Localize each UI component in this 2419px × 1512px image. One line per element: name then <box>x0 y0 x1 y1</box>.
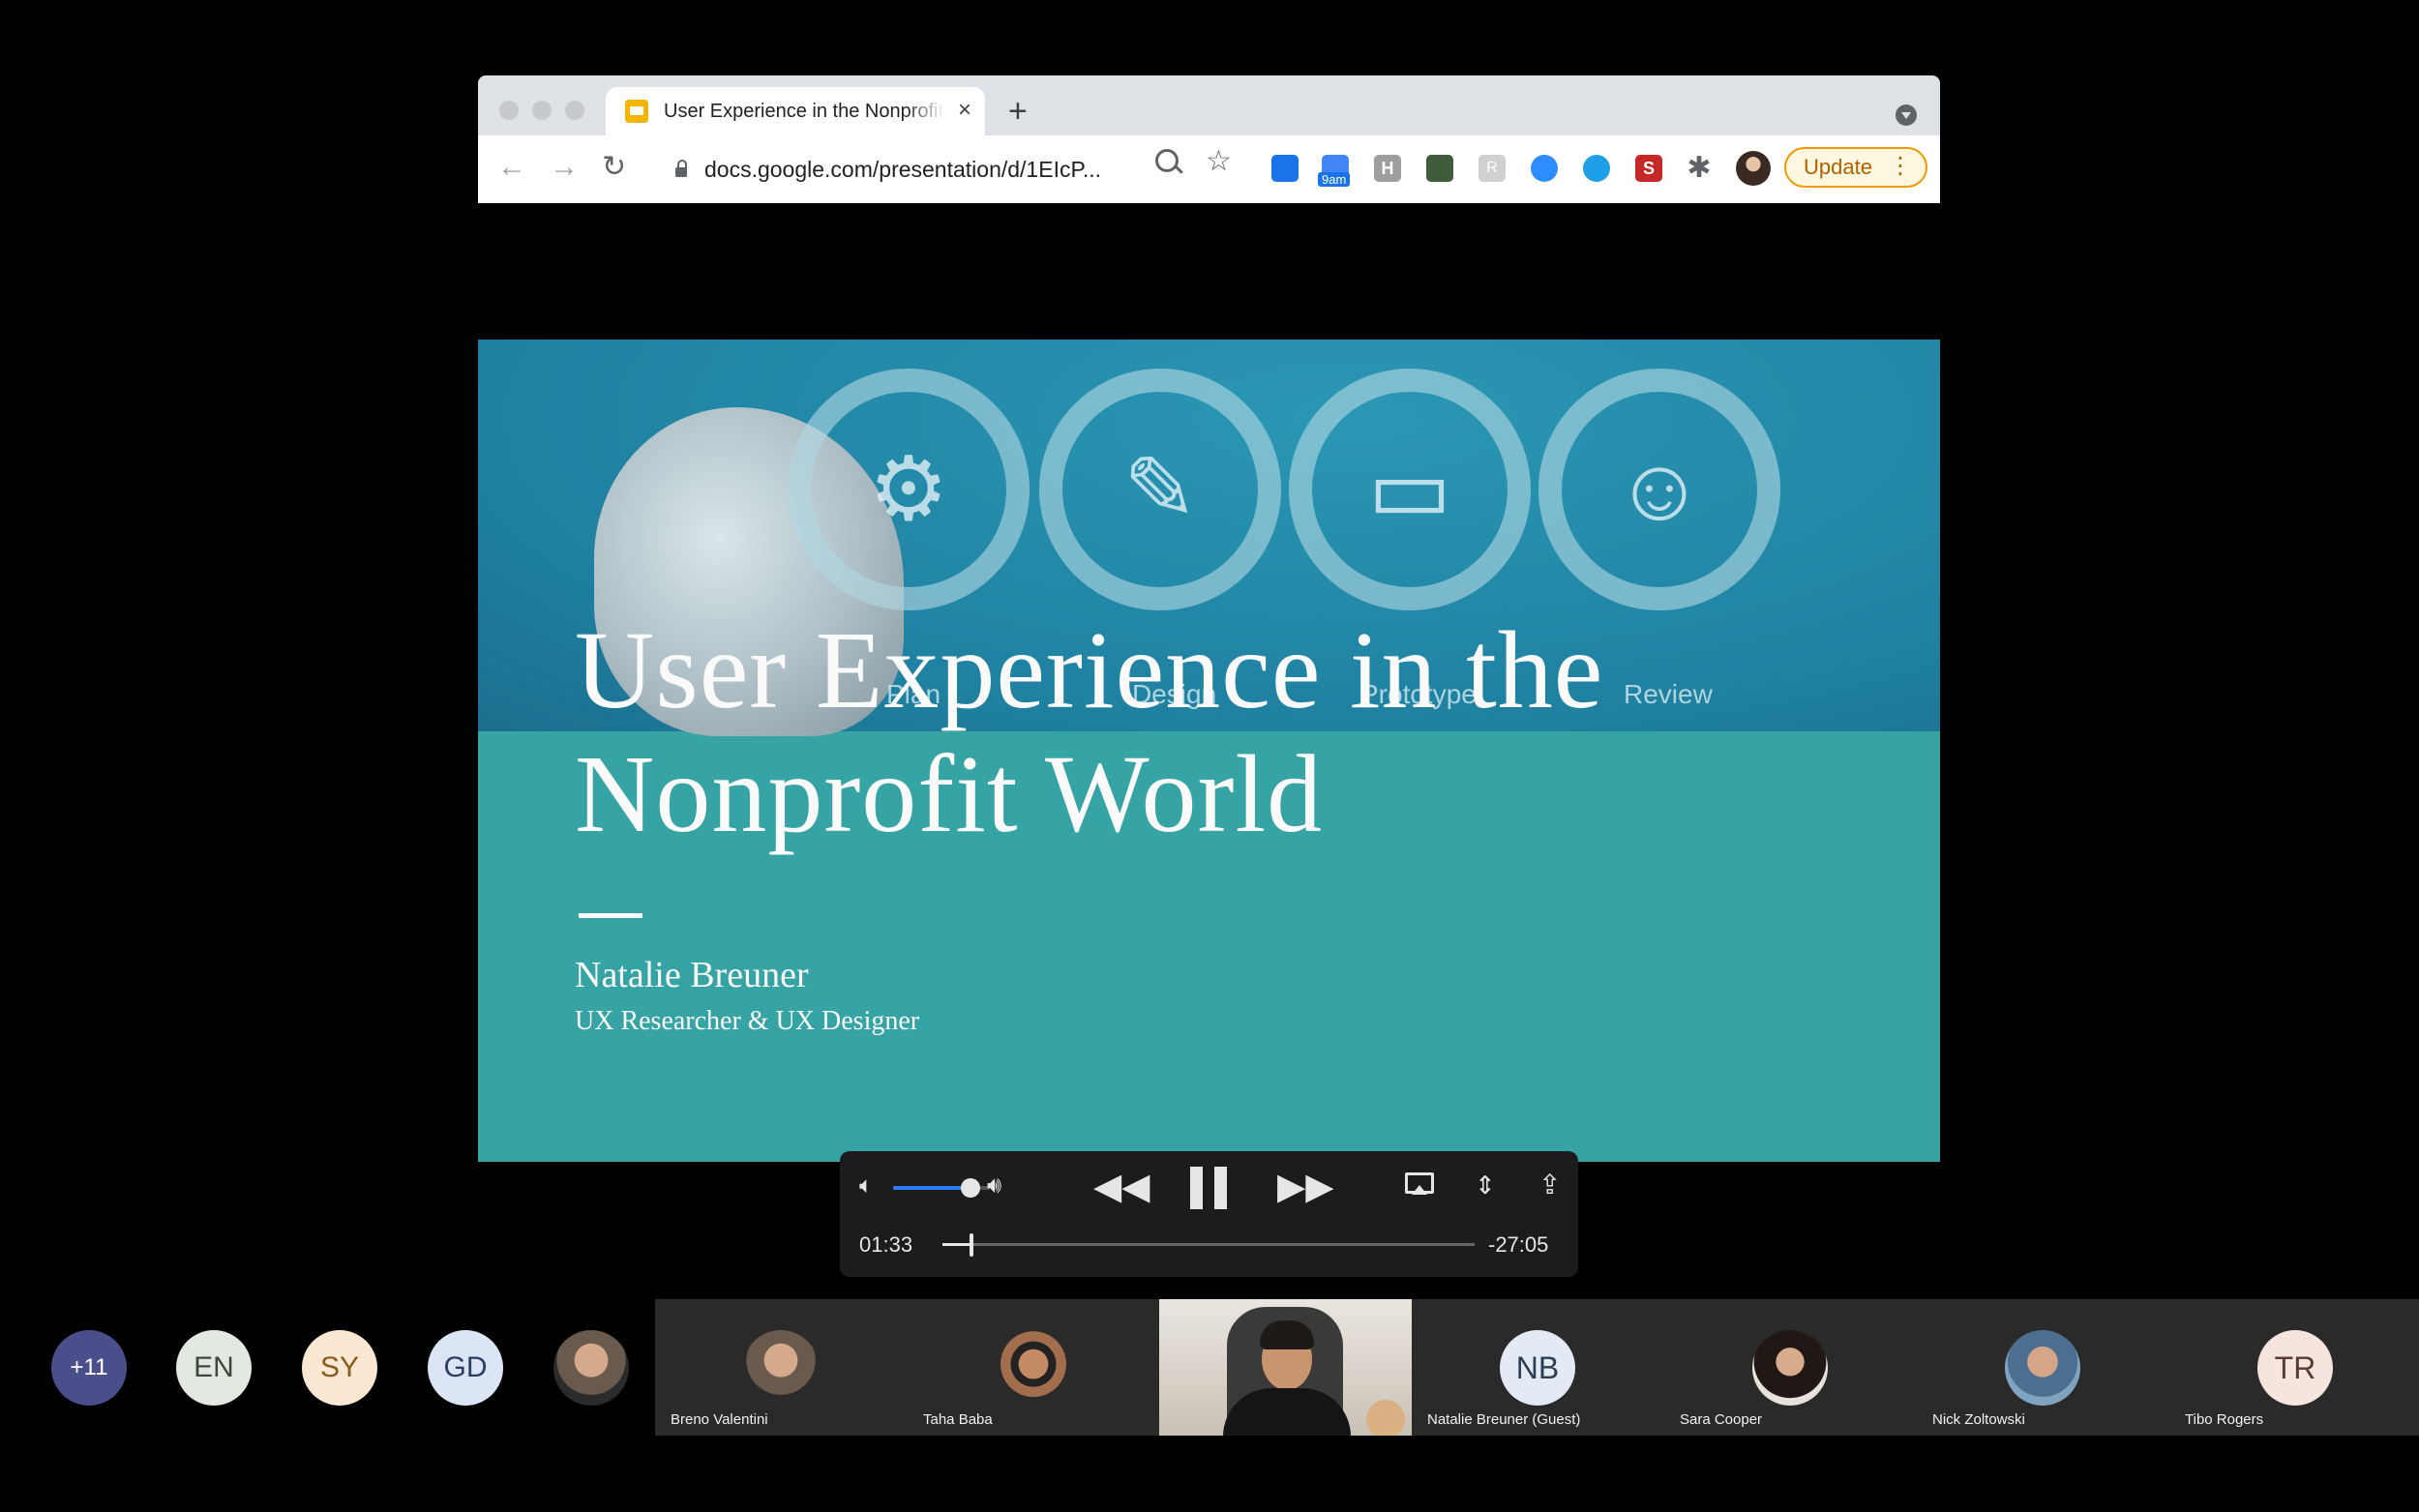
pause-icon[interactable] <box>1190 1167 1227 1209</box>
participant-initials: TR <box>2257 1330 2333 1406</box>
participant-avatar-sy[interactable]: SY <box>302 1330 377 1406</box>
new-tab-button[interactable]: + <box>1008 95 1028 128</box>
scrubber-handle[interactable] <box>970 1233 974 1257</box>
fast-forward-icon[interactable]: ▶▶ <box>1277 1169 1333 1205</box>
participant-photo <box>2005 1330 2080 1406</box>
background-object <box>1366 1400 1405 1436</box>
browser-window: User Experience in the Nonprofit World -… <box>478 75 1940 203</box>
maximize-window-button[interactable] <box>565 101 584 120</box>
profile-avatar[interactable] <box>1736 151 1771 186</box>
lock-icon <box>675 160 687 177</box>
participant-photo <box>996 1330 1071 1406</box>
share-icon[interactable]: ⇪ <box>1538 1169 1561 1201</box>
scrubber-bar[interactable] <box>942 1233 1475 1257</box>
participant-tile[interactable]: Sara Cooper <box>1664 1299 1917 1436</box>
participant-tile[interactable]: TR Tibo Rogers <box>2169 1299 2419 1436</box>
current-time: 01:33 <box>859 1232 913 1257</box>
participant-name: Breno Valentini <box>671 1411 768 1428</box>
tab-search-icon[interactable] <box>1896 104 1917 126</box>
volume-knob[interactable] <box>961 1178 980 1198</box>
url-text[interactable]: docs.google.com/presentation/d/1EIcP... <box>704 157 1101 183</box>
design-ring: ✎ <box>1039 369 1281 610</box>
puzzle-icon[interactable]: ✱ <box>1686 154 1713 183</box>
participant-name: Nick Zoltowski <box>1932 1411 2025 1428</box>
reload-icon[interactable]: ↻ <box>602 153 626 182</box>
zoom-extension-icon[interactable] <box>1531 155 1558 182</box>
tab-close-icon[interactable]: × <box>958 99 971 122</box>
volume-low-icon[interactable]: 🔈︎ <box>859 1172 873 1200</box>
r-extension-icon[interactable]: R <box>1478 155 1506 182</box>
picture-in-picture-icon[interactable]: ⇕ <box>1475 1171 1496 1201</box>
design-board-icon: ✎ <box>1122 440 1198 539</box>
airplay-icon[interactable] <box>1405 1172 1434 1195</box>
update-button[interactable]: Update ⋮ <box>1784 147 1927 188</box>
bookmark-star-icon[interactable]: ☆ <box>1206 147 1232 176</box>
participant-tile[interactable]: Taha Baba <box>908 1299 1160 1436</box>
more-vert-icon: ⋮ <box>1889 153 1912 179</box>
calendar-badge: 9am <box>1318 172 1351 187</box>
tab-strip: User Experience in the Nonprofit World -… <box>478 75 1940 135</box>
monitor-icon: ▭ <box>1367 440 1452 539</box>
close-window-button[interactable] <box>499 101 519 120</box>
slide-title-line-2: Nonprofit World <box>575 732 1324 855</box>
participant-name: Sara Cooper <box>1680 1411 1763 1428</box>
window-controls <box>499 101 584 120</box>
google-slides-icon <box>625 100 648 123</box>
browser-tab-active[interactable]: User Experience in the Nonprofit World -… <box>606 87 985 135</box>
back-arrow-icon[interactable]: ← <box>497 153 526 182</box>
active-speaker-video[interactable] <box>1159 1299 1412 1436</box>
s-extension-icon[interactable]: S <box>1635 155 1662 182</box>
participant-strip: +11 EN SY GD Breno Valentini Taha Baba N… <box>0 1299 2419 1436</box>
gear-head-icon: ⚙ <box>868 440 949 539</box>
participant-photo <box>743 1330 819 1406</box>
dollar-extension-icon[interactable] <box>1426 155 1453 182</box>
participant-avatar-photo[interactable] <box>553 1330 629 1406</box>
update-label: Update <box>1804 155 1872 179</box>
scrubber-played <box>942 1243 972 1246</box>
participant-name: Natalie Breuner (Guest) <box>1427 1411 1581 1428</box>
participant-tile[interactable]: NB Natalie Breuner (Guest) <box>1412 1299 1664 1436</box>
participant-name: Taha Baba <box>923 1411 993 1428</box>
bluetooth-extension-icon[interactable] <box>1583 155 1610 182</box>
browser-toolbar: ← → ↻ docs.google.com/presentation/d/1EI… <box>478 135 1940 203</box>
presenter-name: Natalie Breuner <box>575 955 809 995</box>
remaining-time: -27:05 <box>1488 1232 1549 1257</box>
h-extension-icon[interactable]: H <box>1374 155 1401 182</box>
volume-high-icon[interactable]: 🔊︎ <box>987 1172 1001 1200</box>
calendar-9am-icon[interactable]: 9am <box>1318 155 1351 187</box>
volume-level <box>893 1186 971 1190</box>
volume-slider[interactable] <box>893 1178 990 1198</box>
address-bar[interactable]: docs.google.com/presentation/d/1EIcP... <box>664 147 1206 192</box>
calendar-icon[interactable] <box>1271 155 1299 182</box>
minimize-window-button[interactable] <box>532 101 552 120</box>
presentation-slide: ⚙ ✎ ▭ ☺ Plan Design Prototype Review Use… <box>478 340 1940 1162</box>
participant-name: Tibo Rogers <box>2185 1411 2264 1428</box>
video-player-controls: 🔈︎ 🔊︎ ◀◀ ▶▶ ⇕ ⇪ 01:33 -27:05 <box>840 1151 1578 1277</box>
participant-photo <box>1752 1330 1828 1406</box>
plan-ring: ⚙ <box>788 369 1030 610</box>
presenter-role: UX Researcher & UX Designer <box>575 1006 920 1036</box>
tab-title: User Experience in the Nonprofit World -… <box>664 100 944 122</box>
participant-tile[interactable]: Breno Valentini <box>655 1299 908 1436</box>
forward-arrow-icon[interactable]: → <box>550 153 579 182</box>
speaker-hair <box>1260 1320 1314 1349</box>
participant-avatar-gd[interactable]: GD <box>428 1330 503 1406</box>
slide-title-line-1: User Experience in the <box>575 608 1604 731</box>
user-laptop-icon: ☺ <box>1614 440 1705 539</box>
rewind-icon[interactable]: ◀◀ <box>1093 1169 1150 1205</box>
prototype-ring: ▭ <box>1289 369 1531 610</box>
title-divider <box>579 913 642 918</box>
participant-avatar-en[interactable]: EN <box>176 1330 252 1406</box>
zoom-icon[interactable] <box>1155 149 1179 172</box>
participant-initials: NB <box>1500 1330 1575 1406</box>
participant-tile[interactable]: Nick Zoltowski <box>1917 1299 2169 1436</box>
more-participants-button[interactable]: +11 <box>51 1330 127 1406</box>
review-ring: ☺ <box>1538 369 1780 610</box>
slide-title: User Experience in the Nonprofit World <box>575 608 1833 856</box>
